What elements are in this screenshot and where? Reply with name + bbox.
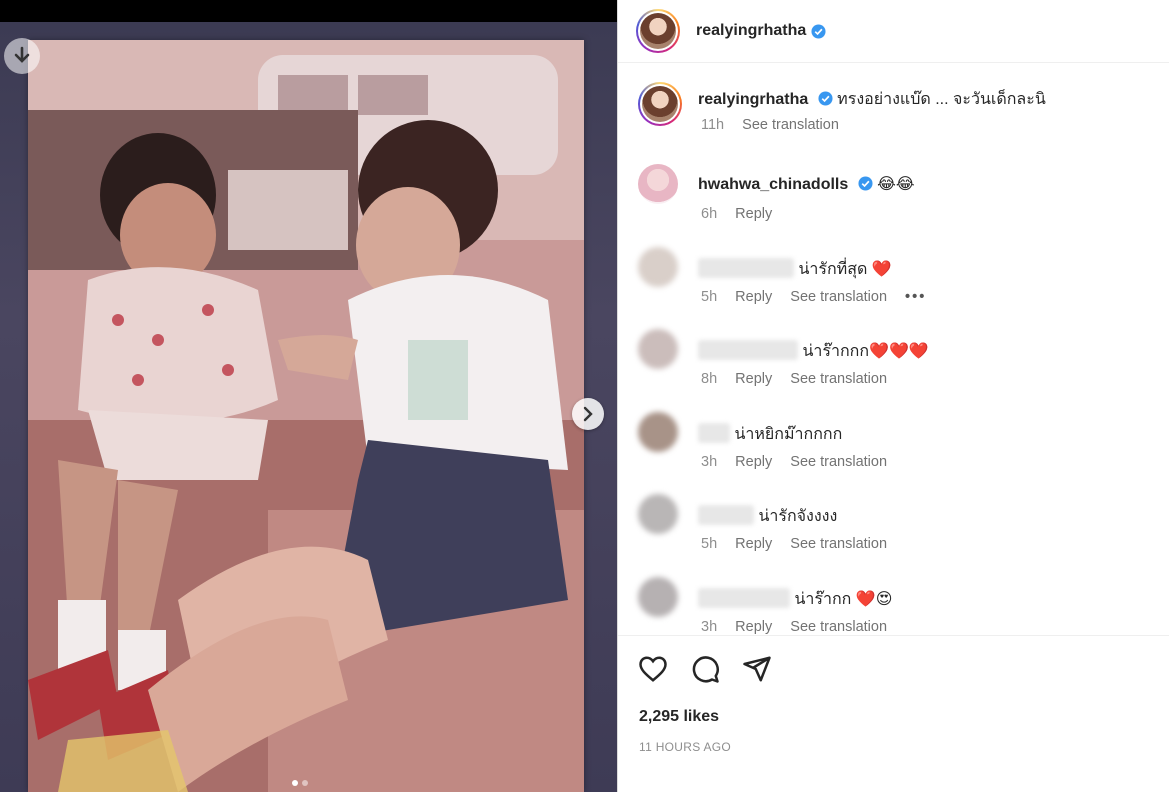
comment-row: น่าหยิกม๊ากกกก 3h Reply See translation: [636, 412, 1160, 472]
comment-text: น่าร๊ากก ❤️😍: [794, 591, 893, 608]
see-translation-link[interactable]: See translation: [742, 117, 839, 133]
comment-meta: 5h Reply See translation: [701, 536, 901, 552]
comment-username-blurred[interactable]: [698, 340, 798, 360]
see-translation-link[interactable]: See translation: [790, 536, 887, 552]
comment-meta: 3h Reply See translation: [701, 454, 901, 470]
post-footer: 2,295 likes 11 HOURS AGO: [618, 635, 1169, 793]
caption-meta: 11h See translation: [701, 117, 853, 133]
author-username[interactable]: realyingrhatha: [696, 22, 806, 40]
verified-badge-icon: [858, 176, 873, 191]
post-header: realyingrhatha: [618, 0, 1169, 63]
comment-icon[interactable]: [690, 654, 720, 684]
action-bar: [638, 654, 772, 684]
post-details-panel: realyingrhatha realyingrhatha ทรงอย่างแบ…: [617, 0, 1169, 792]
see-translation-link[interactable]: See translation: [790, 289, 887, 305]
caption-row: realyingrhatha ทรงอย่างแบ๊ด ... จะวันเด็…: [636, 82, 1160, 142]
comment-time: 3h: [701, 454, 718, 470]
media-viewer: [0, 0, 617, 792]
comment-row: น่ารักที่สุด ❤️ 5h Reply See translation…: [636, 247, 1160, 307]
comment-username[interactable]: hwahwa_chinadolls: [698, 176, 848, 193]
reply-button[interactable]: Reply: [735, 536, 772, 552]
reply-button[interactable]: Reply: [735, 454, 772, 470]
comment-row: น่ารักจังงงง 5h Reply See translation: [636, 494, 1160, 554]
comment-text: น่าร๊ากกก❤️❤️❤️: [802, 343, 929, 360]
comment-row: น่าร๊ากก ❤️😍 3h Reply See translation: [636, 577, 1160, 635]
comment-meta: 3h Reply See translation: [701, 619, 901, 635]
commenter-avatar[interactable]: [638, 412, 678, 452]
caption-avatar[interactable]: [638, 82, 682, 126]
comment-text-line: น่ารักจังงงง: [698, 504, 837, 529]
comment-username-blurred[interactable]: [698, 423, 730, 443]
commenter-avatar[interactable]: [638, 577, 678, 617]
reply-button[interactable]: Reply: [735, 289, 772, 305]
commenter-avatar[interactable]: [638, 247, 678, 287]
caption-text-line: realyingrhatha ทรงอย่างแบ๊ด ... จะวันเด็…: [698, 87, 1046, 112]
comment-time: 3h: [701, 619, 718, 635]
comments-list: realyingrhatha ทรงอย่างแบ๊ด ... จะวันเด็…: [618, 63, 1169, 635]
verified-badge-icon: [818, 91, 833, 106]
reply-button[interactable]: Reply: [735, 371, 772, 387]
comment-text-line: น่าร๊ากกก❤️❤️❤️: [698, 339, 929, 364]
post-timestamp: 11 HOURS AGO: [639, 740, 732, 754]
comment-time: 5h: [701, 536, 718, 552]
carousel-dot-active: [292, 780, 298, 786]
commenter-avatar[interactable]: [638, 494, 678, 534]
more-options-button[interactable]: •••: [905, 289, 926, 305]
comment-text-line: hwahwa_chinadolls 😂😂: [698, 174, 915, 194]
comment-time: 6h: [701, 206, 718, 222]
comment-meta: 5h Reply See translation •••: [701, 289, 940, 305]
likes-count[interactable]: 2,295 likes: [639, 708, 719, 726]
chevron-right-icon: [583, 406, 593, 422]
share-icon[interactable]: [742, 654, 772, 684]
comment-text-line: น่ารักที่สุด ❤️: [698, 257, 892, 282]
comment-username-blurred[interactable]: [698, 258, 794, 278]
photo-illustration: [28, 40, 584, 792]
next-slide-button[interactable]: [572, 398, 604, 430]
comment-text: น่ารักจังงงง: [758, 508, 838, 525]
comment-row: น่าร๊ากกก❤️❤️❤️ 8h Reply See translation: [636, 329, 1160, 389]
caption-time: 11h: [701, 117, 725, 133]
comment-username-blurred[interactable]: [698, 505, 754, 525]
comment-username-blurred[interactable]: [698, 588, 790, 608]
download-icon: [14, 46, 30, 63]
reply-button[interactable]: Reply: [735, 619, 772, 635]
comment-text: 😂😂: [877, 176, 915, 193]
comment-text-line: น่าหยิกม๊ากกกก: [698, 422, 842, 447]
verified-badge-icon: [811, 23, 826, 39]
comment-meta: 6h Reply: [701, 206, 786, 222]
author-avatar[interactable]: [636, 9, 680, 53]
carousel-dot: [302, 780, 308, 786]
commenter-avatar[interactable]: [638, 164, 678, 204]
comment-time: 8h: [701, 371, 718, 387]
see-translation-link[interactable]: See translation: [790, 371, 887, 387]
see-translation-link[interactable]: See translation: [790, 619, 887, 635]
comment-time: 5h: [701, 289, 718, 305]
comment-meta: 8h Reply See translation: [701, 371, 901, 387]
heart-icon[interactable]: [638, 654, 668, 684]
reply-button[interactable]: Reply: [735, 206, 772, 222]
comment-text: น่ารักที่สุด ❤️: [798, 261, 892, 278]
comment-text: น่าหยิกม๊ากกกก: [734, 426, 843, 443]
comment-text-line: น่าร๊ากก ❤️😍: [698, 587, 892, 612]
commenter-avatar[interactable]: [638, 329, 678, 369]
carousel-indicator: [292, 780, 308, 786]
see-translation-link[interactable]: See translation: [790, 454, 887, 470]
download-button[interactable]: [4, 38, 40, 74]
post-photo[interactable]: [28, 40, 584, 792]
caption-username[interactable]: realyingrhatha: [698, 91, 808, 108]
comment-row: hwahwa_chinadolls 😂😂 6h Reply: [636, 164, 1160, 224]
caption-text: ทรงอย่างแบ๊ด ... จะวันเด็กละนิ: [837, 91, 1046, 108]
media-top-bar: [0, 0, 617, 22]
